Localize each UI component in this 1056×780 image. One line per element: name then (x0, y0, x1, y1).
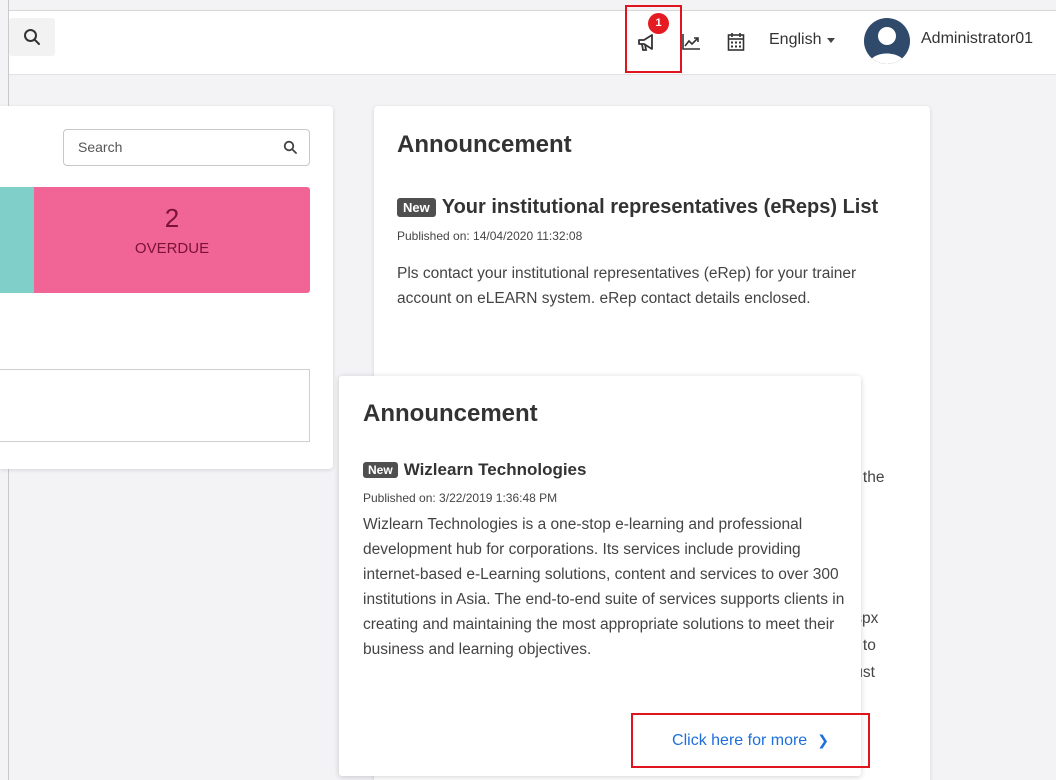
chevron-down-icon (827, 37, 836, 43)
popup-item-title[interactable]: Wizlearn Technologies (404, 460, 587, 480)
announcement-item-body: Pls contact your institutional represent… (397, 265, 857, 307)
notification-badge: 1 (648, 13, 669, 34)
announcement-title: Announcement (397, 131, 572, 158)
search-button[interactable] (9, 18, 55, 56)
overdue-tile[interactable]: 2 OVERDUE (34, 187, 310, 293)
top-navbar: 1 English Administrator01 (9, 5, 1056, 75)
calendar-icon[interactable] (727, 32, 745, 52)
announcement-item-header: New Your institutional representatives (… (397, 196, 878, 219)
new-badge: New (397, 198, 436, 217)
language-label: English (769, 31, 822, 48)
published-date: Published on: 14/04/2020 11:32:08 (397, 229, 583, 243)
click-here-for-more-link[interactable]: Click here for more ❯ (631, 713, 870, 768)
published-date: Published on: 3/22/2019 1:36:48 PM (363, 491, 558, 505)
announcement-item-title[interactable]: Your institutional representatives (eRep… (442, 196, 878, 219)
overdue-label: OVERDUE (134, 240, 210, 257)
tasks-card: Search 2 OVERDUE (0, 106, 333, 469)
search-icon[interactable] (283, 140, 297, 154)
popup-item-body: Wizlearn Technologies is a one-stop e-le… (363, 516, 845, 658)
search-icon (24, 29, 40, 45)
megaphone-icon (638, 34, 653, 51)
content-box (0, 369, 310, 442)
avatar[interactable] (864, 18, 910, 64)
status-tile-teal[interactable] (0, 187, 34, 293)
more-link-label: Click here for more (672, 731, 808, 749)
username[interactable]: Administrator01 (921, 30, 1033, 48)
popup-item-header: New Wizlearn Technologies (363, 460, 586, 480)
search-placeholder: Search (78, 139, 123, 155)
popup-title: Announcement (363, 400, 538, 427)
announcement-popup: Announcement New Wizlearn Technologies P… (339, 376, 870, 776)
language-dropdown[interactable]: English (769, 31, 836, 49)
avatar-icon (864, 18, 910, 64)
announcement-button[interactable]: 1 (625, 5, 682, 73)
new-badge: New (363, 462, 398, 478)
search-input[interactable]: Search (63, 129, 310, 166)
chart-icon[interactable] (681, 33, 701, 51)
chevron-right-icon: ❯ (817, 732, 829, 748)
overdue-count: 2 (164, 203, 180, 233)
